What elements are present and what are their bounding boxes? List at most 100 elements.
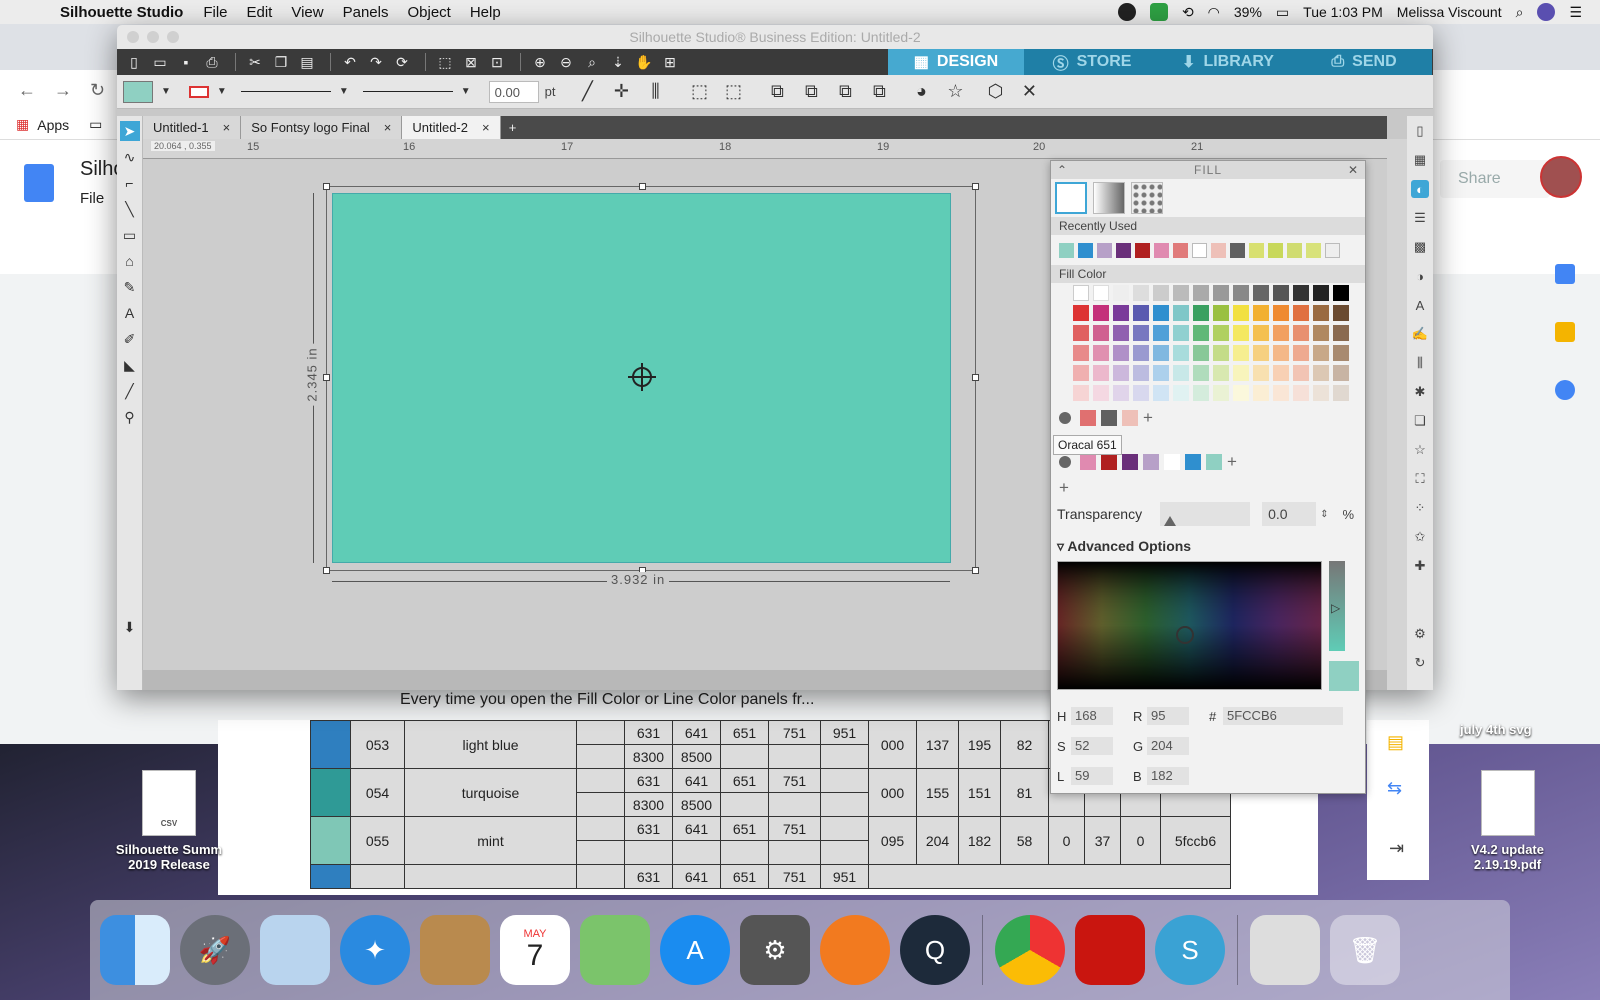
weld-icon[interactable]: ◕ — [909, 80, 933, 104]
color-chip[interactable] — [1173, 325, 1189, 341]
trace-icon[interactable]: ⛶ — [1411, 470, 1429, 488]
polygon-icon[interactable]: ⌂ — [120, 251, 140, 271]
color-chip[interactable] — [1233, 365, 1249, 381]
fill-panel-header[interactable]: ⌃ FILL ✕ — [1051, 161, 1365, 179]
color-chip[interactable] — [1293, 325, 1309, 341]
line-style-sample[interactable] — [240, 91, 331, 92]
color-chip[interactable] — [1213, 365, 1229, 381]
line-tool-icon[interactable]: ╱ — [575, 80, 599, 104]
fill-color-swatch[interactable] — [123, 80, 153, 103]
color-chip[interactable] — [1253, 285, 1269, 301]
app-store-icon[interactable]: A — [660, 915, 730, 985]
calendar-icon[interactable] — [1555, 264, 1575, 284]
color-chip[interactable] — [1273, 325, 1289, 341]
chevron-down-icon[interactable]: ▼ — [217, 86, 227, 97]
pixscan-icon[interactable]: ▦ — [1411, 151, 1429, 169]
close-tab-icon[interactable]: × — [384, 116, 392, 139]
window-titlebar[interactable]: Silhouette Studio® Business Edition: Unt… — [117, 25, 1433, 49]
color-chip[interactable] — [1173, 285, 1189, 301]
add-palette-icon[interactable]: + — [1059, 479, 1069, 496]
clock[interactable]: Tue 1:03 PM — [1303, 4, 1383, 20]
color-chip[interactable] — [1143, 454, 1159, 470]
color-chip[interactable] — [1193, 385, 1209, 401]
offset-icon[interactable]: ☆ — [943, 80, 967, 104]
menu-view[interactable]: View — [291, 4, 323, 21]
color-chip[interactable] — [1293, 365, 1309, 381]
color-chip[interactable] — [1213, 305, 1229, 321]
color-spectrum-picker[interactable] — [1057, 561, 1322, 690]
color-chip[interactable] — [1253, 365, 1269, 381]
chevron-down-icon[interactable]: ▼ — [161, 86, 171, 97]
battery-percent[interactable]: 39% — [1234, 4, 1262, 20]
gradient-fill-tab[interactable] — [1093, 182, 1125, 214]
line-width-input[interactable]: 0.00 — [488, 80, 539, 103]
color-chip[interactable] — [1153, 385, 1169, 401]
color-chip[interactable] — [1093, 305, 1109, 321]
color-chip[interactable] — [1193, 285, 1209, 301]
line-style-icon[interactable]: ☰ — [1411, 209, 1429, 227]
deselect-icon[interactable]: ⊠ — [460, 52, 482, 72]
color-chip[interactable] — [1122, 410, 1138, 426]
notification-center-icon[interactable]: ☰ — [1569, 4, 1582, 21]
move-down-icon[interactable]: ⇣ — [607, 52, 629, 72]
reload-icon[interactable]: ↻ — [90, 80, 105, 101]
close-tab-icon[interactable]: × — [482, 116, 490, 139]
color-chip[interactable] — [1173, 345, 1189, 361]
chevron-down-icon[interactable]: ▼ — [461, 86, 471, 97]
text-style-icon[interactable]: A — [1411, 296, 1429, 314]
app-menu[interactable]: Silhouette Studio — [60, 4, 183, 21]
green-input[interactable]: 204 — [1147, 737, 1189, 755]
color-chip[interactable] — [1273, 365, 1289, 381]
color-chip[interactable] — [1164, 454, 1180, 470]
color-chip[interactable] — [1333, 285, 1349, 301]
color-chip[interactable] — [1093, 285, 1109, 301]
color-chip[interactable] — [1253, 305, 1269, 321]
color-chip[interactable] — [1293, 345, 1309, 361]
menu-edit[interactable]: Edit — [247, 4, 273, 21]
saturation-input[interactable]: 52 — [1071, 737, 1113, 755]
lightness-input[interactable]: 59 — [1071, 767, 1113, 785]
knife-icon[interactable]: ╱ — [120, 381, 140, 401]
paste-icon[interactable]: ▤ — [296, 52, 318, 72]
bookmark-apps[interactable]: Apps — [37, 117, 69, 133]
color-chip[interactable] — [1233, 325, 1249, 341]
color-chip[interactable] — [1313, 365, 1329, 381]
quicktime-icon[interactable]: Q — [900, 915, 970, 985]
color-chip[interactable] — [1073, 305, 1089, 321]
hex-input[interactable]: 5FCCB6 — [1223, 707, 1343, 725]
color-chip[interactable] — [1233, 385, 1249, 401]
eyedropper-icon[interactable]: ⚲ — [120, 407, 140, 427]
color-chip[interactable] — [1093, 325, 1109, 341]
color-chip[interactable] — [1093, 365, 1109, 381]
maps-icon[interactable] — [580, 915, 650, 985]
add-color-icon[interactable]: + — [1143, 409, 1153, 426]
eyedropper-icon[interactable] — [1325, 242, 1340, 258]
color-chip[interactable] — [1313, 305, 1329, 321]
menu-help[interactable]: Help — [470, 4, 501, 21]
point-edit-icon[interactable]: ⌐ — [120, 173, 140, 193]
docs-share-button[interactable]: Share — [1440, 160, 1550, 198]
color-chip[interactable] — [1173, 242, 1188, 258]
user-menu[interactable]: Melissa Viscount — [1397, 4, 1502, 20]
time-machine-icon[interactable]: ⟲ — [1182, 4, 1194, 21]
add-tab-button[interactable]: + — [501, 116, 525, 139]
menu-object[interactable]: Object — [407, 4, 450, 21]
tab-library[interactable]: ⬇ LIBRARY — [1160, 49, 1296, 75]
color-chip[interactable] — [1287, 242, 1302, 258]
acrobat-icon[interactable] — [1075, 915, 1145, 985]
system-preferences-icon[interactable]: ⚙ — [740, 915, 810, 985]
menu-panels[interactable]: Panels — [343, 4, 389, 21]
color-chip[interactable] — [1080, 410, 1096, 426]
resize-handle[interactable] — [323, 183, 330, 190]
spectrum-target-icon[interactable] — [1176, 626, 1194, 644]
color-chip[interactable] — [1213, 285, 1229, 301]
keep-icon[interactable] — [1555, 322, 1575, 342]
open-folder-icon[interactable]: ▭ — [149, 52, 171, 72]
palette-icon[interactable] — [1059, 412, 1071, 424]
color-chip[interactable] — [1080, 454, 1096, 470]
rhinestone-icon[interactable]: ⁘ — [1411, 499, 1429, 517]
color-chip[interactable] — [1073, 385, 1089, 401]
redo-icon[interactable]: ↷ — [365, 52, 387, 72]
color-chip[interactable] — [1135, 242, 1150, 258]
right-ruler[interactable] — [1387, 139, 1407, 690]
